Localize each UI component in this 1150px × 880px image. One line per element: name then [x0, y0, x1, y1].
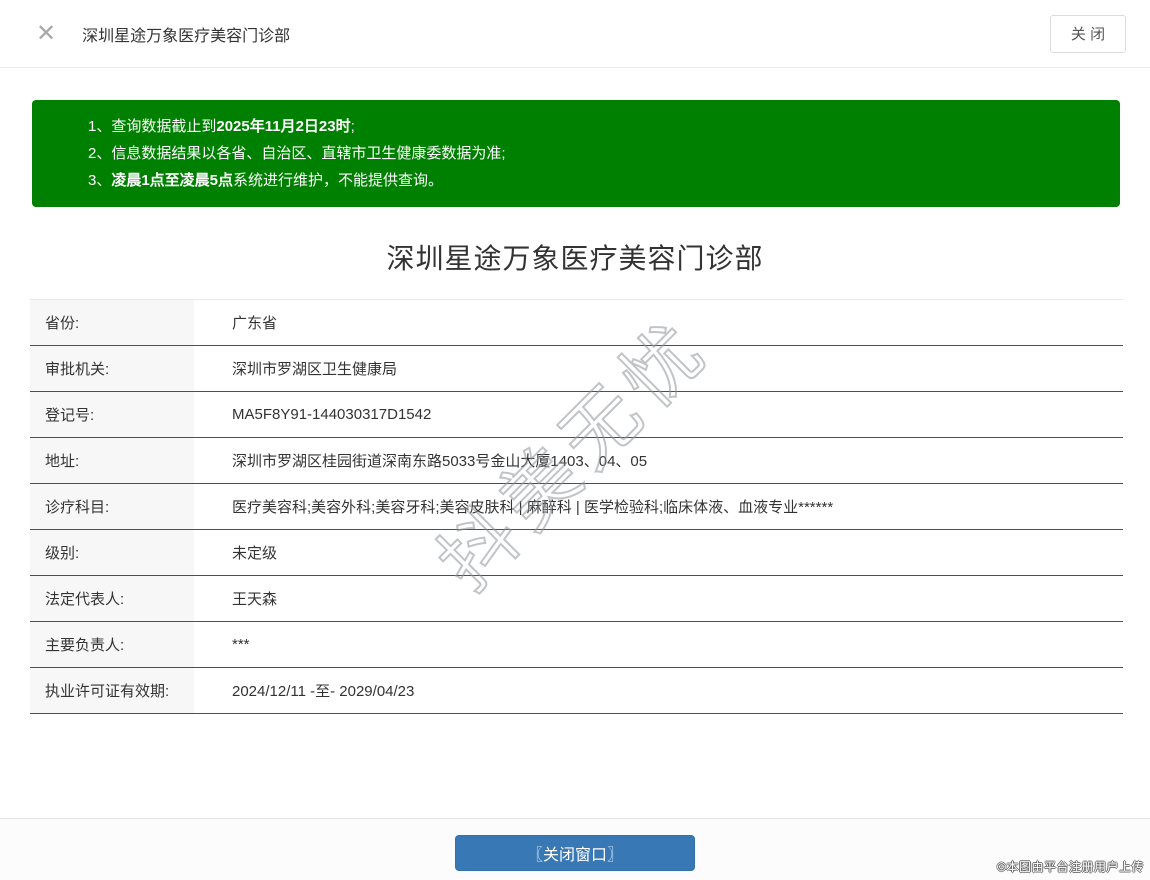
table-row-registration-number: 登记号: MA5F8Y91-144030317D1542 — [30, 392, 1123, 438]
window-title: 深圳星途万象医疗美容门诊部 — [82, 27, 291, 45]
upload-copyright-watermark: ©本图由平台注册用户上传 — [997, 860, 1144, 874]
row-label: 诊疗科目: — [30, 484, 194, 529]
close-x-icon[interactable]: ✕ — [36, 21, 56, 46]
page-title: 深圳星途万象医疗美容门诊部 — [386, 243, 764, 274]
row-label: 审批机关: — [30, 346, 194, 391]
row-value: MA5F8Y91-144030317D1542 — [232, 406, 432, 423]
table-row-legal-representative: 法定代表人: 王天森 — [30, 576, 1123, 622]
row-label: 执业许可证有效期: — [30, 668, 194, 713]
row-label: 级别: — [30, 530, 194, 575]
table-row-level: 级别: 未定级 — [30, 530, 1123, 576]
notice-line-1-post: ; — [350, 118, 355, 135]
row-label: 登记号: — [30, 392, 194, 437]
notice-line-1-pre: 查询数据截止到 — [111, 118, 217, 135]
notice-line-2-num: 2、 — [88, 145, 112, 162]
row-value: *** — [232, 636, 250, 653]
table-row-person-in-charge: 主要负责人: *** — [30, 622, 1123, 668]
institution-info-table: 省份: 广东省 审批机关: 深圳市罗湖区卫生健康局 登记号: MA5F8Y91-… — [30, 299, 1123, 714]
notice-line-3-num: 3、 — [88, 172, 112, 189]
close-window-button[interactable]: 〖关闭窗口〗 — [455, 835, 695, 871]
table-row-license-validity: 执业许可证有效期: 2024/12/11 -至- 2029/04/23 — [30, 668, 1123, 714]
table-row-address: 地址: 深圳市罗湖区桂园街道深南东路5033号金山大厦1403、04、05 — [30, 438, 1123, 484]
notice-line-2: 2、信息数据结果以各省、自治区、直辖市卫生健康委数据为准; — [88, 140, 1100, 167]
row-value: 深圳市罗湖区桂园街道深南东路5033号金山大厦1403、04、05 — [232, 453, 648, 470]
top-bar: ✕ 深圳星途万象医疗美容门诊部 关 闭 — [0, 0, 1150, 68]
row-label: 主要负责人: — [30, 622, 194, 667]
close-button[interactable]: 关 闭 — [1050, 14, 1126, 53]
notice-line-1-bold: 2025年11月2日23时 — [216, 118, 351, 135]
table-row-medical-subjects: 诊疗科目: 医疗美容科;美容外科;美容牙科;美容皮肤科 | 麻醉科 | 医学检验… — [30, 484, 1123, 530]
row-value: 未定级 — [232, 545, 278, 562]
notice-line-2-pre: 信息数据结果以各省、自治区、直辖市卫生健康委数据为准; — [111, 145, 506, 162]
notice-line-3-bold: 凌晨1点至凌晨5点 — [111, 172, 234, 189]
notice-line-1-num: 1、 — [88, 118, 112, 135]
row-value: 广东省 — [232, 315, 278, 332]
row-value: 深圳市罗湖区卫生健康局 — [232, 361, 398, 378]
row-value: 医疗美容科;美容外科;美容牙科;美容皮肤科 | 麻醉科 | 医学检验科;临床体液… — [232, 499, 834, 516]
notice-line-3: 3、凌晨1点至凌晨5点系统进行维护，不能提供查询。 — [88, 167, 1100, 194]
row-label: 地址: — [30, 438, 194, 483]
row-label: 省份: — [30, 300, 194, 345]
row-value: 王天森 — [232, 591, 278, 608]
footer-bar: 〖关闭窗口〗 — [0, 818, 1150, 880]
table-row-province: 省份: 广东省 — [30, 300, 1123, 346]
notice-banner: 1、查询数据截止到2025年11月2日23时; 2、信息数据结果以各省、自治区、… — [32, 100, 1120, 207]
row-label: 法定代表人: — [30, 576, 194, 621]
row-value: 2024/12/11 -至- 2029/04/23 — [232, 683, 415, 700]
notice-line-3-post: 系统进行维护，不能提供查询。 — [233, 172, 444, 189]
table-row-approval-authority: 审批机关: 深圳市罗湖区卫生健康局 — [30, 346, 1123, 392]
notice-line-1: 1、查询数据截止到2025年11月2日23时; — [88, 113, 1100, 140]
